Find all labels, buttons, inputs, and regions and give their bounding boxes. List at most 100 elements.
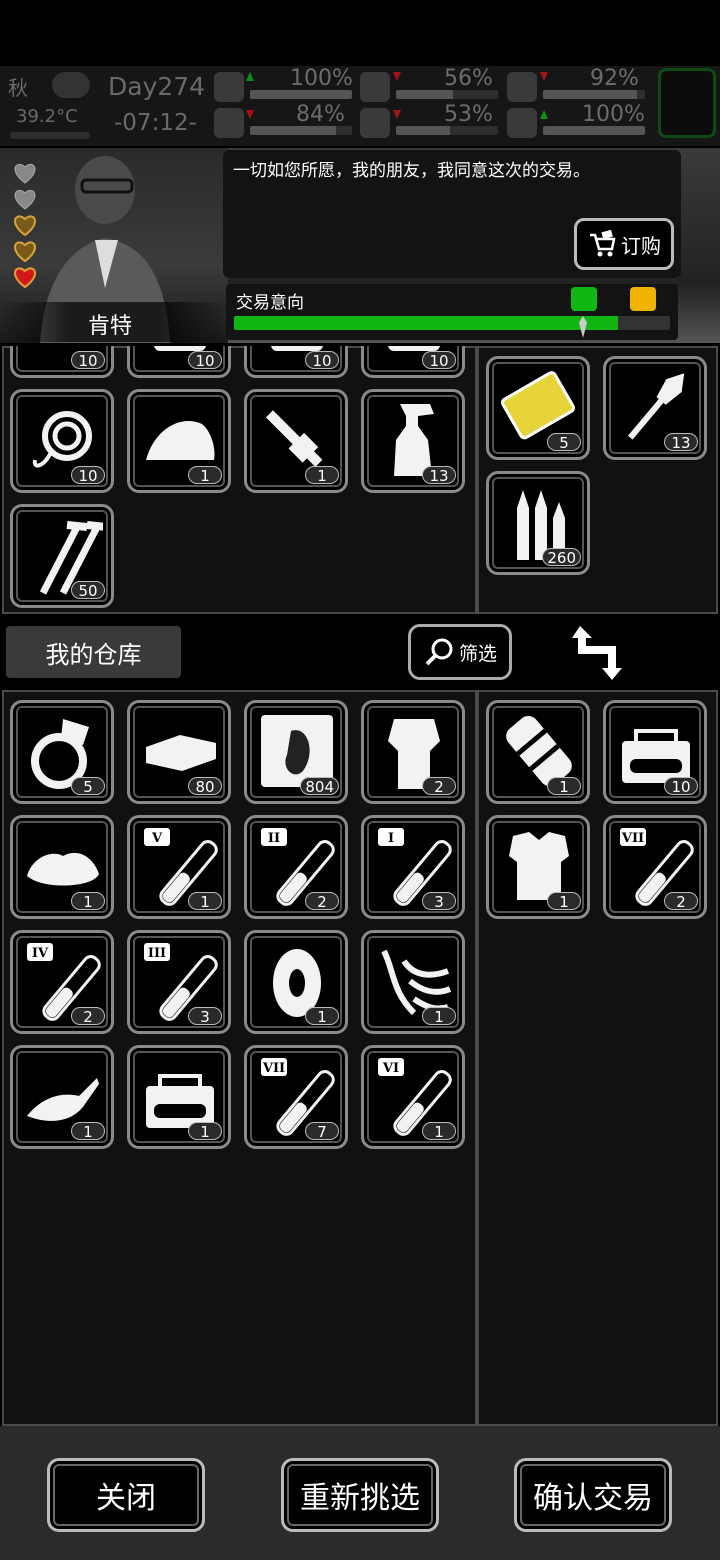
item-count: 10 [305,351,339,370]
temperature-bar [10,132,90,139]
item-slot[interactable]: 1 [244,389,348,493]
item-slot[interactable]: VI 1 [361,1045,465,1149]
item-slot[interactable]: 1 [486,815,590,919]
minimap-button[interactable] [658,68,716,138]
svg-text:I: I [388,831,394,846]
reselect-label: 重新挑选 [300,1481,420,1516]
item-slot[interactable]: 10 [10,389,114,493]
item-slot[interactable]: 50 [10,504,114,608]
item-count: 1 [547,777,581,796]
item-slot[interactable]: VII 7 [244,1045,348,1149]
item-slot[interactable]: 1 [361,930,465,1034]
item-slot[interactable]: 1 [127,389,231,493]
item-slot[interactable]: 5 [486,356,590,460]
item-count: 7 [305,1122,339,1141]
stat-bar [250,90,352,99]
stat-value: 53% [444,102,493,127]
stomach-icon [360,72,390,102]
item-count: 13 [422,466,456,485]
order-button[interactable]: 订购 [574,218,674,270]
stat-value: 100% [290,66,353,91]
confirm-trade-button[interactable]: 确认交易 [514,1458,672,1532]
stat-value: 92% [590,66,639,91]
stat-value: 100% [582,102,645,127]
item-slot[interactable]: IV 2 [10,930,114,1034]
item-slot[interactable]: 804 [244,700,348,804]
item-slot[interactable]: 1 [244,930,348,1034]
close-button[interactable]: 关闭 [47,1458,205,1532]
stat-value: 56% [444,66,493,91]
status-hud: 秋 39.2°C Day274 -07:12- 100% 56% 92% 84%… [0,66,720,146]
trend-up-icon [246,72,254,81]
item-count: 1 [71,892,105,911]
warehouse-tab[interactable]: 我的仓库 [6,626,181,678]
water-drop-icon [360,108,390,138]
order-label: 订购 [621,233,661,258]
confirm-trade-label: 确认交易 [533,1481,653,1516]
stat-bar [396,126,498,135]
trend-down-icon [393,72,401,81]
trade-intent-panel: 交易意向 [226,284,678,340]
happy-face-icon [571,287,597,311]
item-slot[interactable]: III 3 [127,930,231,1034]
item-count: 10 [188,351,222,370]
close-label: 关闭 [96,1481,156,1516]
item-count: 1 [422,1007,456,1026]
trend-up-icon [540,110,548,119]
filter-button[interactable]: 筛选 [408,624,512,680]
item-slot[interactable]: VII 2 [603,815,707,919]
item-count: 1 [188,1122,222,1141]
item-slot[interactable]: 13 [603,356,707,460]
item-slot[interactable]: 1 [486,700,590,804]
item-count: 2 [71,1007,105,1026]
swap-arrows-icon[interactable] [568,620,628,684]
item-count: 1 [71,1122,105,1141]
grin-face-icon [630,287,656,311]
bladder-icon [507,72,537,102]
trend-down-icon [393,110,401,119]
svg-text:VII: VII [621,831,644,846]
svg-text:VI: VI [382,1061,399,1076]
item-count: 10 [422,351,456,370]
svg-text:VII: VII [262,1061,285,1076]
trader-name: 肯特 [88,314,133,339]
item-slot[interactable]: I 3 [361,815,465,919]
item-slot[interactable]: 1 [127,1045,231,1149]
item-slot[interactable]: 260 [486,471,590,575]
item-count: 5 [547,433,581,452]
item-slot[interactable]: 1 [10,1045,114,1149]
day-label: Day274 [108,72,206,101]
item-count: 13 [664,433,698,452]
item-count: 2 [305,892,339,911]
item-slot[interactable]: II 2 [244,815,348,919]
item-count: 1 [188,892,222,911]
item-count: 260 [542,548,581,567]
boot-icon [214,108,244,138]
item-slot[interactable]: 5 [10,700,114,804]
warehouse-tab-label: 我的仓库 [45,640,142,669]
item-count: 2 [422,777,456,796]
heart-empty-icon [14,189,36,210]
item-slot[interactable]: V 1 [127,815,231,919]
item-slot[interactable]: 13 [361,389,465,493]
item-count: 10 [71,466,105,485]
reselect-button[interactable]: 重新挑选 [281,1458,439,1532]
trade-intent-label: 交易意向 [236,293,304,313]
item-count: 3 [422,892,456,911]
item-slot[interactable]: 80 [127,700,231,804]
item-slot[interactable]: 10 [603,700,707,804]
filter-label: 筛选 [458,642,497,665]
item-slot[interactable]: 1 [10,815,114,919]
magnifier-icon [425,638,453,666]
item-count: 3 [188,1007,222,1026]
shopping-cart-icon [590,229,616,257]
item-count: 1 [188,466,222,485]
trend-down-icon [246,110,254,119]
trade-intent-bar [234,316,670,330]
cloud-icon [52,72,90,98]
item-slot[interactable]: 2 [361,700,465,804]
stat-bar [250,126,352,135]
heart-red-icon [14,267,36,288]
stat-value: 84% [296,102,345,127]
item-count: 2 [664,892,698,911]
